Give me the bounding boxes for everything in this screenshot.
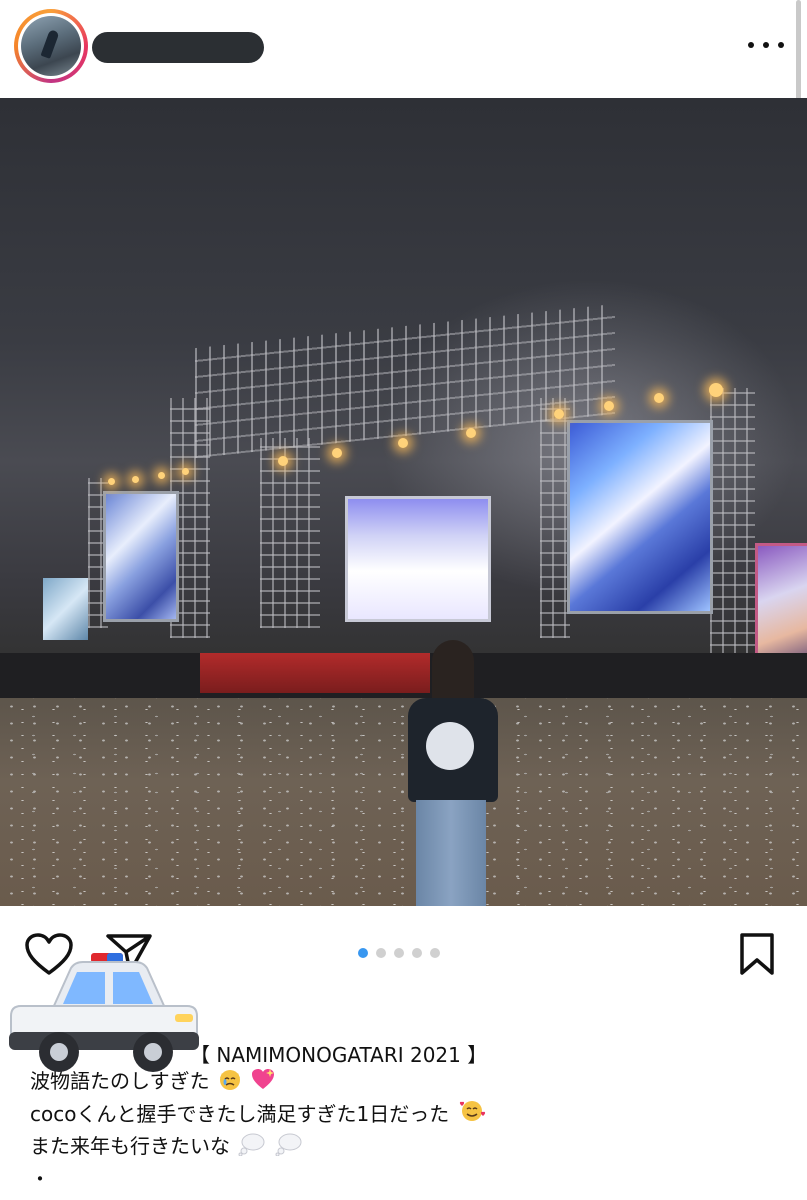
more-dot <box>778 42 784 48</box>
sparkling-heart-emoji <box>250 1067 276 1099</box>
caption-line-3-text: また来年も行きたいな <box>30 1134 230 1158</box>
stage-light <box>332 448 342 458</box>
led-screen-far-left <box>43 578 88 640</box>
stage-light <box>654 393 664 403</box>
story-avatar[interactable] <box>14 9 88 83</box>
carousel-dot[interactable] <box>376 948 386 958</box>
stage-truss-tower <box>260 438 320 628</box>
thought-balloon-emoji <box>275 1132 303 1164</box>
post-photo[interactable] <box>0 98 807 906</box>
person-figure <box>402 640 502 906</box>
carousel-indicator <box>358 948 440 958</box>
person-jeans <box>416 800 486 906</box>
carousel-dot[interactable] <box>430 948 440 958</box>
avatar-image <box>21 16 81 76</box>
carousel-dot[interactable] <box>412 948 422 958</box>
stage-truss-tower <box>710 388 755 658</box>
stage-light <box>466 428 476 438</box>
stage-light <box>108 478 115 485</box>
shirt-logo <box>426 722 474 770</box>
carousel-dot[interactable] <box>394 948 404 958</box>
led-screen-left <box>103 491 179 622</box>
caption-line-3: また来年も行きたいな <box>30 1131 790 1164</box>
led-screen-far-right <box>755 543 807 669</box>
stage-light <box>554 409 564 419</box>
caption-line-2-text: cocoくんと握手できたし満足すぎた1日だった <box>30 1101 450 1126</box>
username-redacted[interactable] <box>92 32 264 63</box>
stage-light <box>132 476 139 483</box>
carousel-dot-active[interactable] <box>358 948 368 958</box>
stage-truss-tower <box>540 398 570 638</box>
stage-light <box>158 472 165 479</box>
thought-balloon-emoji <box>238 1132 266 1164</box>
crying-cat-emoji <box>218 1067 242 1099</box>
stage-light <box>709 383 723 397</box>
led-screen-center <box>345 496 491 622</box>
avatar-figure <box>40 29 60 59</box>
stage-light <box>604 401 614 411</box>
more-dot <box>748 42 754 48</box>
stage-light <box>182 468 189 475</box>
post-header <box>0 0 807 384</box>
stage-light <box>278 456 288 466</box>
smiling-face-with-hearts-emoji <box>458 1099 486 1131</box>
stage-light <box>398 438 408 448</box>
led-screen-right <box>567 420 713 614</box>
more-dot <box>763 42 769 48</box>
more-horizontal-icon[interactable] <box>748 30 784 60</box>
bookmark-icon[interactable] <box>737 932 777 976</box>
caption-line-2: cocoくんと握手できたし満足すぎた1日だった <box>30 1099 790 1132</box>
stage-steps <box>200 653 430 693</box>
police-car-sticker <box>9 953 199 1072</box>
caption-line-4: ・ <box>30 1166 50 1191</box>
avatar-border <box>18 13 84 79</box>
